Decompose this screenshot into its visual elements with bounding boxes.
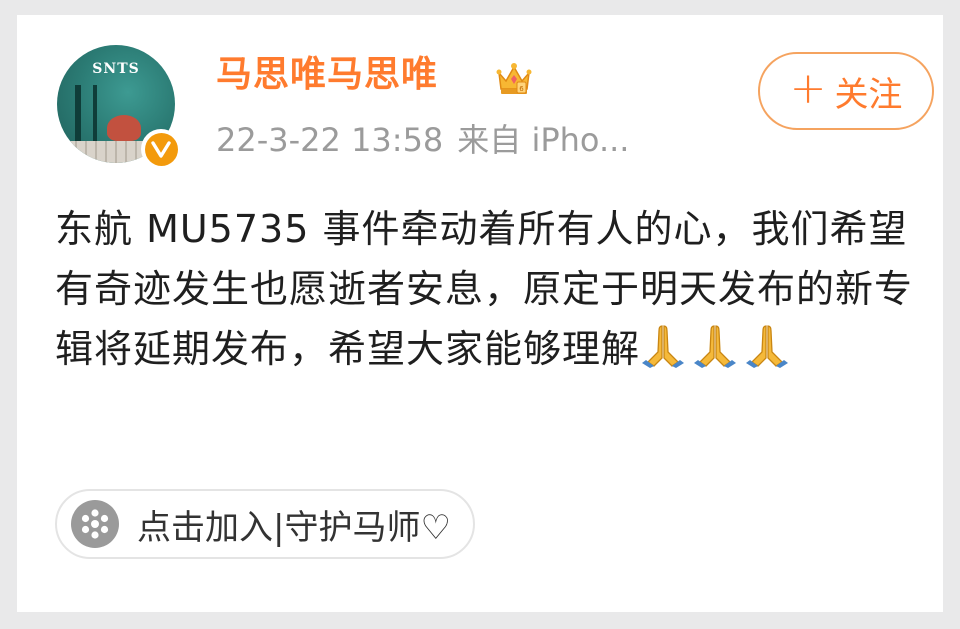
snowflake-dots-icon xyxy=(71,500,119,548)
screenshot-frame: SNTS 马思唯马思唯 6 22-3-22 13:58 来自 iPho... +… xyxy=(0,0,960,629)
prayer-emojis xyxy=(640,322,796,385)
avatar-decor xyxy=(93,85,97,145)
post-meta: 22-3-22 13:58 来自 iPho... xyxy=(216,121,629,159)
super-topic-pill[interactable]: 点击加入|守护马师♡ xyxy=(55,489,475,559)
folded-hands-icon xyxy=(642,325,685,368)
avatar-decor xyxy=(107,115,141,141)
svg-text:6: 6 xyxy=(519,85,524,93)
folded-hands-icon xyxy=(746,325,789,368)
avatar-text: SNTS xyxy=(92,61,140,77)
follow-button-label: 关注 xyxy=(834,74,903,115)
post-source[interactable]: 来自 iPho... xyxy=(457,121,629,159)
post-timestamp: 22-3-22 13:58 xyxy=(216,121,444,159)
folded-hands-icon xyxy=(694,325,737,368)
crown-icon: 6 xyxy=(496,63,532,94)
verified-badge-icon xyxy=(141,129,181,169)
weibo-post-card: SNTS 马思唯马思唯 6 22-3-22 13:58 来自 iPho... +… xyxy=(17,15,943,612)
super-topic-label: 点击加入|守护马师♡ xyxy=(137,507,451,548)
post-body: 东航 MU5735 事件牵动着所有人的心，我们希望有奇迹发生也愿逝者安息，原定于… xyxy=(55,199,935,385)
plus-icon: + xyxy=(789,63,827,114)
username[interactable]: 马思唯马思唯 xyxy=(216,57,438,93)
avatar-decor xyxy=(75,85,81,145)
follow-button[interactable]: + 关注 xyxy=(758,52,934,130)
